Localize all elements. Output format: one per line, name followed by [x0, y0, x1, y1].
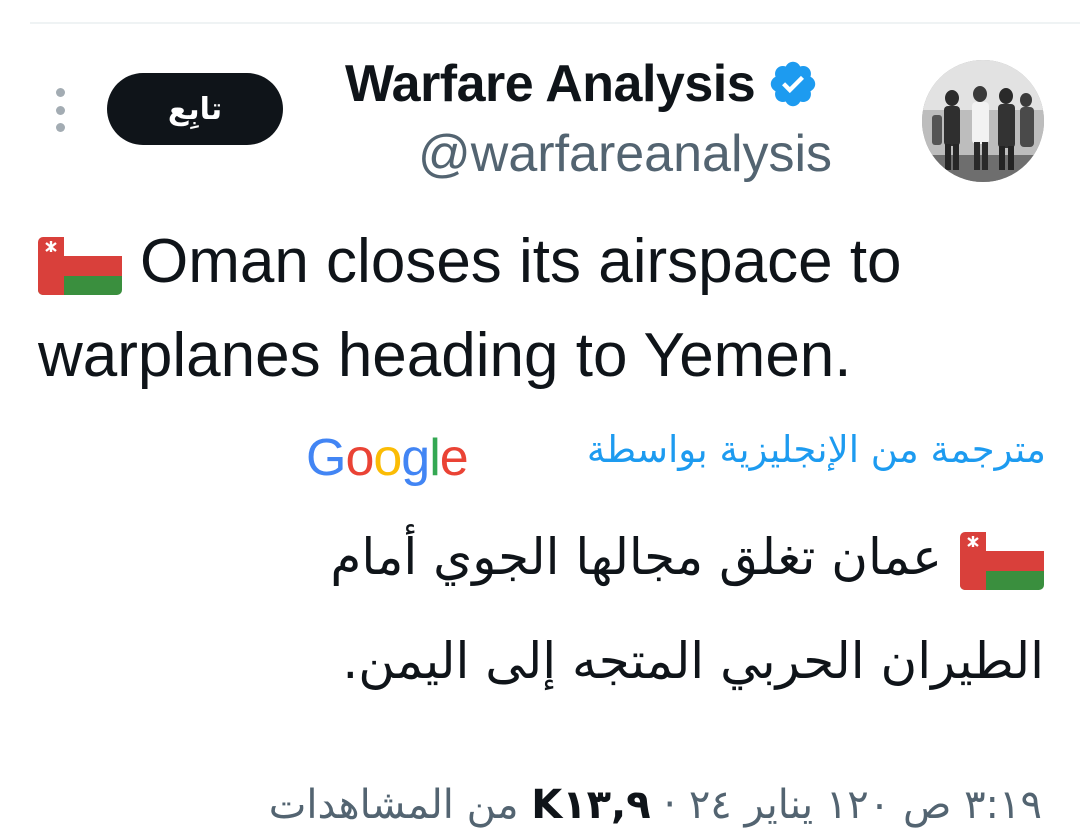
tweet-text-line-2: warplanes heading to Yemen. — [38, 321, 852, 390]
more-dot — [55, 123, 65, 132]
author-display-name[interactable]: Warfare Analysis — [345, 54, 756, 114]
views-label: من المشاهدات — [268, 782, 519, 828]
oman-flag-icon — [960, 531, 1044, 590]
translated-text-line-2: الطيران الحربي المتجه إلى اليمن. — [342, 632, 1044, 690]
verified-badge-icon[interactable] — [767, 58, 819, 110]
translated-text-line-1: عمان تغلق مجالها الجوي أمام — [330, 528, 1044, 590]
more-dot — [55, 88, 65, 97]
tweet-meta: ٣:١٩ ص ١٢٠ يناير ٢٤ · K١٣,٩ من المشاهدات — [269, 782, 1042, 828]
translation-label[interactable]: مترجمة من الإنجليزية بواسطة — [587, 428, 1046, 471]
meta-separator: · — [650, 782, 677, 828]
oman-flag-icon — [38, 236, 122, 295]
top-divider — [30, 22, 1080, 24]
tweet-time[interactable]: ٣:١٩ ص — [903, 782, 1042, 828]
translated-line-1-text: عمان تغلق مجالها الجوي أمام — [330, 528, 942, 586]
follow-button[interactable]: تابِع — [107, 73, 283, 145]
author-name-row: Warfare Analysis — [345, 52, 819, 116]
google-logo: Google — [306, 429, 469, 487]
tweet-text-line-1: Oman closes its airspace to — [38, 226, 902, 297]
translation-attribution[interactable]: Google مترجمة من الإنجليزية بواسطة — [306, 428, 1046, 488]
avatar[interactable] — [922, 60, 1044, 182]
tweet-date[interactable]: ١٢٠ يناير ٢٤ — [689, 782, 890, 828]
views-count: K١٣,٩ — [531, 782, 651, 828]
avatar-photo-icon — [922, 60, 1044, 182]
author-handle[interactable]: @warfareanalysis — [418, 124, 832, 184]
more-dot — [55, 105, 65, 115]
tweet-line-1-text: Oman closes its airspace to — [140, 227, 902, 296]
more-vertical-icon[interactable] — [44, 88, 76, 132]
